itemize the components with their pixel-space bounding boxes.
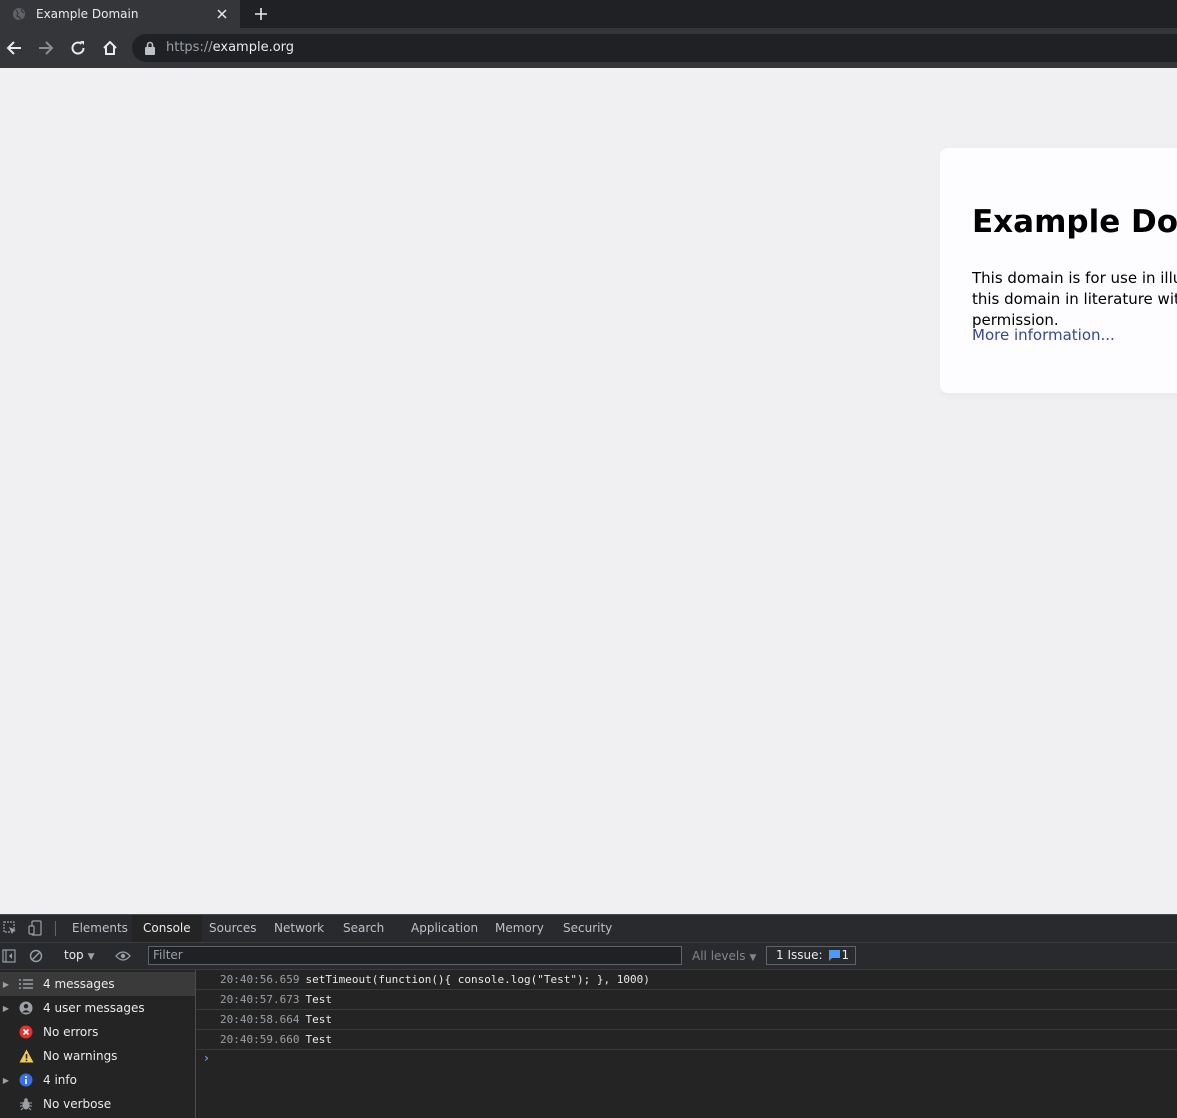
forward-icon[interactable] (36, 38, 56, 58)
context-selector[interactable]: top ▼ (64, 948, 95, 962)
eye-icon[interactable] (115, 948, 131, 964)
url-host: example.org (212, 40, 295, 55)
log-message: Test (305, 993, 332, 1006)
issue-message-icon (828, 950, 840, 961)
page-viewport: Example Domain This domain is for use in… (0, 68, 1177, 914)
log-timestamp: 20:40:59.660 (220, 1033, 300, 1046)
expand-arrow-icon[interactable]: ▶ (0, 1004, 12, 1013)
sidebar-toggle-icon[interactable] (1, 948, 17, 964)
console-output[interactable]: 20:40:56.659 setTimeout(function(){ cons… (196, 970, 1177, 1118)
sidebar-item-label: No errors (43, 1025, 99, 1039)
sidebar-item-verbose[interactable]: No verbose (0, 1092, 195, 1116)
url-text: https://example.org (166, 39, 294, 57)
tab-sources[interactable]: Sources (198, 915, 267, 942)
log-message: Test (305, 1033, 332, 1046)
list-icon (18, 976, 34, 992)
log-timestamp: 20:40:58.664 (220, 1013, 300, 1026)
filter-input[interactable]: Filter (148, 946, 682, 965)
sidebar-item-label: 4 info (43, 1073, 77, 1087)
console-sidebar: ▶ 4 messages ▶ 4 user messages No errors (0, 970, 196, 1118)
log-levels-label: All levels (692, 949, 746, 963)
context-value: top (64, 948, 84, 962)
bug-icon (18, 1096, 34, 1112)
sidebar-item-messages[interactable]: ▶ 4 messages (0, 972, 195, 996)
tab-console[interactable]: Console (132, 915, 202, 942)
expand-arrow-icon[interactable]: ▶ (0, 980, 12, 989)
new-tab-icon[interactable] (252, 5, 270, 23)
page-description: This domain is for use in illustrative e… (972, 269, 1177, 329)
browser-tab[interactable]: Example Domain (0, 0, 240, 28)
address-bar[interactable]: https://example.org (132, 34, 1177, 62)
log-timestamp: 20:40:57.673 (220, 993, 300, 1006)
sidebar-item-info[interactable]: ▶ 4 info (0, 1068, 195, 1092)
tab-security[interactable]: Security (552, 915, 623, 942)
info-icon (18, 1072, 34, 1088)
globe-icon (12, 7, 26, 21)
url-scheme: https:// (166, 40, 213, 55)
log-timestamp: 20:40:56.659 (220, 973, 300, 986)
lock-icon[interactable] (144, 41, 156, 55)
back-icon[interactable] (4, 38, 24, 58)
close-tab-icon[interactable] (214, 6, 230, 22)
reload-icon[interactable] (68, 38, 88, 58)
console-log-entry: 20:40:58.664 Test (196, 1010, 1177, 1030)
issues-count: 1 (841, 948, 850, 962)
devtools-panel: Elements Console Sources Network Search … (0, 914, 1177, 1118)
log-levels-dropdown[interactable]: All levels ▼ (692, 949, 756, 963)
user-icon (18, 1000, 34, 1016)
console-toolbar: top ▼ Filter All levels ▼ 1 Issue: 1 (0, 943, 1177, 970)
expand-arrow-icon[interactable]: ▶ (0, 1076, 12, 1085)
content-card: Example Domain This domain is for use in… (940, 148, 1177, 393)
error-icon (18, 1024, 34, 1040)
tab-application[interactable]: Application (400, 915, 489, 942)
more-information-link[interactable]: More information... (972, 326, 1115, 344)
log-message: setTimeout(function(){ console.log("Test… (305, 973, 650, 986)
sidebar-item-user-messages[interactable]: ▶ 4 user messages (0, 996, 195, 1020)
issues-button[interactable]: 1 Issue: 1 (766, 946, 857, 965)
tab-strip: Example Domain (0, 0, 1177, 28)
console-prompt-icon[interactable]: › (204, 1051, 209, 1065)
warning-icon (18, 1048, 34, 1064)
issues-label: 1 Issue: (776, 948, 823, 962)
sidebar-item-label: 4 messages (43, 977, 115, 991)
log-message: Test (305, 1013, 332, 1026)
sidebar-item-label: No verbose (43, 1097, 112, 1111)
sidebar-item-label: No warnings (43, 1049, 118, 1063)
clear-console-icon[interactable] (28, 948, 44, 964)
sidebar-item-warnings[interactable]: No warnings (0, 1044, 195, 1068)
tab-search[interactable]: Search (332, 915, 395, 942)
tab-title: Example Domain (36, 7, 139, 21)
console-log-entry: 20:40:59.660 Test (196, 1030, 1177, 1050)
devtools-tabbar: Elements Console Sources Network Search … (0, 915, 1177, 943)
dropdown-arrow-icon: ▼ (749, 953, 757, 963)
dropdown-arrow-icon: ▼ (87, 952, 95, 962)
inspect-element-icon[interactable] (2, 920, 18, 936)
tab-network[interactable]: Network (263, 915, 335, 942)
console-log-entry: 20:40:56.659 setTimeout(function(){ cons… (196, 970, 1177, 990)
tab-elements[interactable]: Elements (61, 915, 139, 942)
console-log-entry: 20:40:57.673 Test (196, 990, 1177, 1010)
tab-memory[interactable]: Memory (484, 915, 555, 942)
sidebar-item-errors[interactable]: No errors (0, 1020, 195, 1044)
device-toolbar-icon[interactable] (27, 920, 43, 936)
page-heading: Example Domain (972, 204, 1177, 240)
sidebar-item-label: 4 user messages (43, 1001, 145, 1015)
home-icon[interactable] (100, 38, 120, 58)
toolbar-divider (55, 921, 56, 936)
